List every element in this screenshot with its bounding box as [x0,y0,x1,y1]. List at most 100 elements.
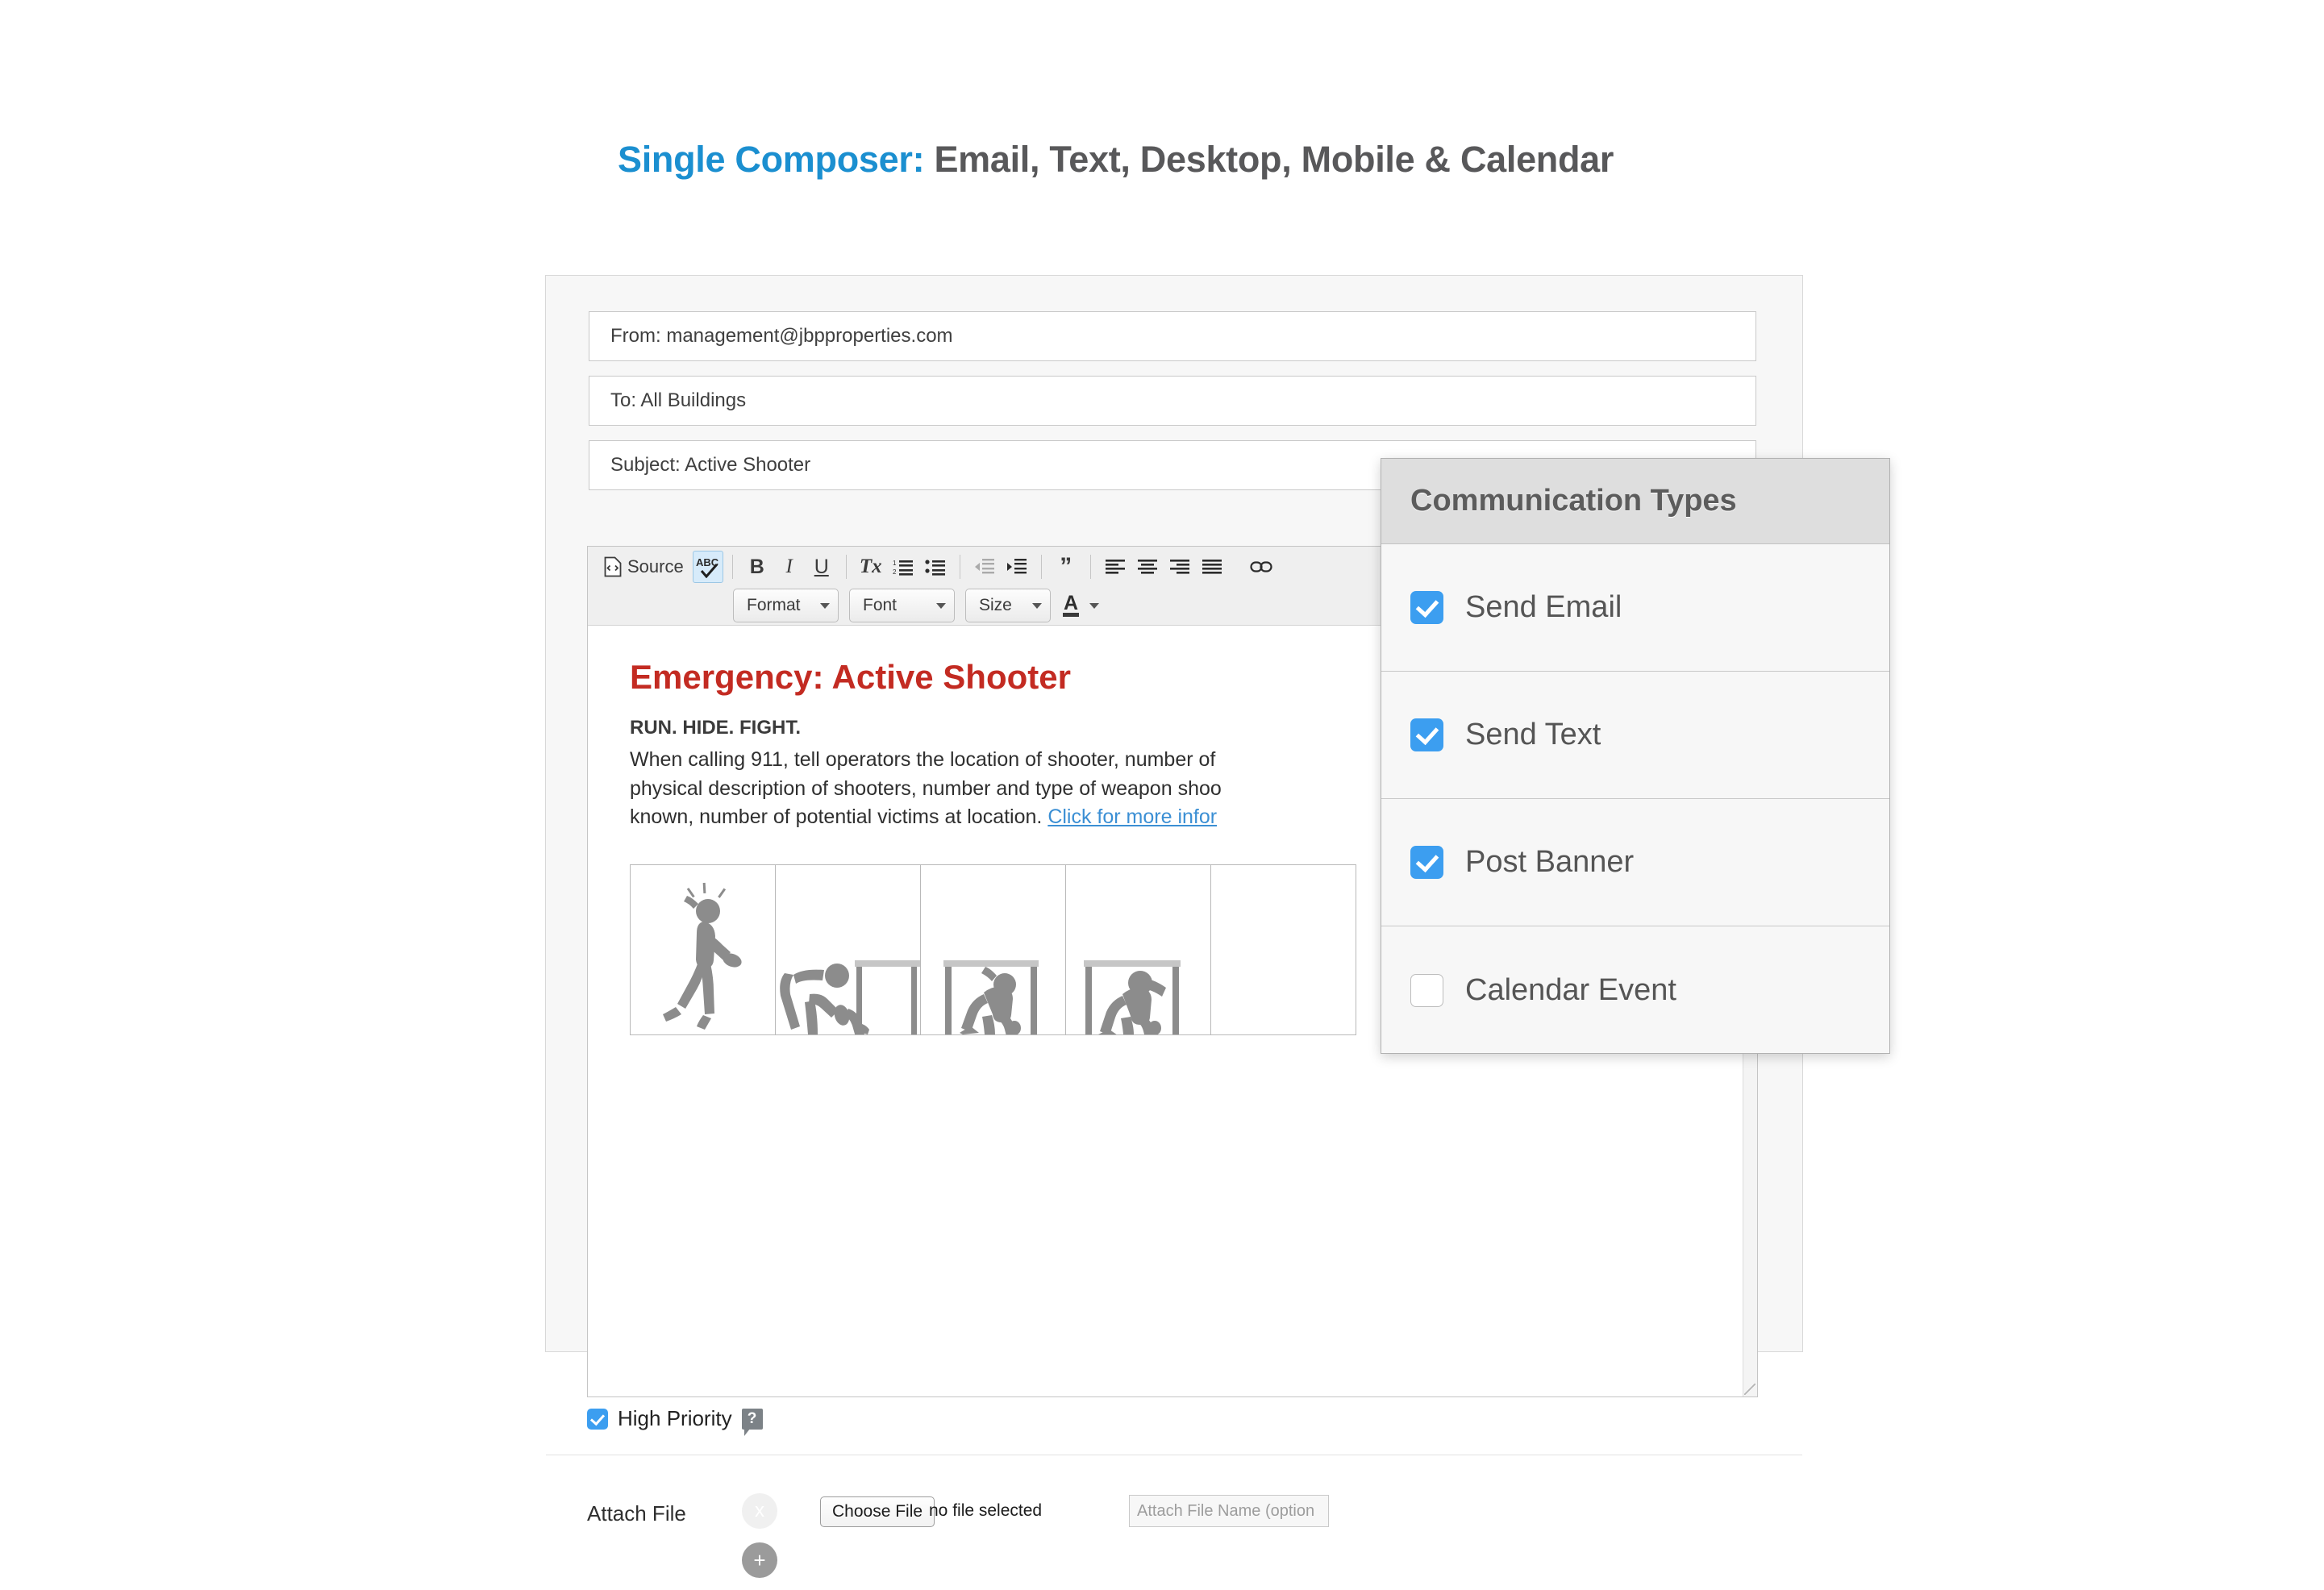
font-select[interactable]: Font [849,589,955,622]
chevron-down-icon [936,602,946,609]
send-email-label: Send Email [1465,590,1622,624]
send-text-label: Send Text [1465,718,1601,751]
post-banner-label: Post Banner [1465,845,1635,879]
align-left-icon [1105,560,1125,574]
align-right-button[interactable] [1164,551,1195,583]
comm-item-calendar-event[interactable]: Calendar Event [1381,926,1889,1054]
message-body-line1: When calling 911, tell operators the loc… [630,748,1216,772]
from-field[interactable]: From: management@jbpproperties.com [589,311,1756,361]
underline-button-label: U [814,555,829,578]
communication-types-title: Communication Types [1410,484,1737,518]
text-color-button[interactable]: A [1063,593,1100,618]
chevron-down-icon [820,602,830,609]
attach-file-row: Attach File x + Choose File no file sele… [587,1485,1716,1590]
link-icon [1250,561,1272,572]
text-color-label: A [1063,593,1080,618]
numbered-list-button[interactable]: 1 2 [888,551,918,583]
bulleted-list-button[interactable] [920,551,951,583]
spellcheck-button[interactable]: ABC [692,551,723,583]
send-email-checkbox[interactable] [1410,591,1443,624]
bulleted-list-icon [925,560,945,576]
attach-file-label: Attach File [587,1501,686,1525]
high-priority-row[interactable]: High Priority ? [587,1406,763,1436]
person-hiding-under-table-icon [1084,960,1181,1034]
blockquote-button-label: ” [1060,553,1072,580]
page-title-accent: Single Composer: [618,139,925,180]
send-text-checkbox[interactable] [1410,718,1443,751]
numbered-list-icon: 1 2 [893,560,913,576]
help-question-icon[interactable]: ? [741,1408,763,1436]
communication-types-panel: Communication Types Send Email Send Text… [1381,458,1890,1054]
calendar-event-checkbox[interactable] [1410,973,1443,1007]
page-title: Single Composer: Email, Text, Desktop, M… [618,139,1614,181]
chevron-down-icon [1032,602,1042,609]
indent-icon [1006,559,1027,574]
source-button-label: Source [627,556,684,576]
running-person-icon [663,882,742,1030]
figure-running-person [630,864,776,1035]
comm-item-post-banner[interactable]: Post Banner [1381,799,1889,926]
link-button[interactable] [1246,551,1277,583]
align-justify-icon [1202,560,1222,574]
size-select[interactable]: Size [965,589,1051,622]
comm-item-send-email[interactable]: Send Email [1381,544,1889,672]
person-hiding-under-table-icon [943,960,1039,1034]
align-justify-button[interactable] [1197,551,1227,583]
align-right-icon [1169,560,1189,574]
figure-empty-cell [1210,864,1356,1035]
communication-types-header: Communication Types [1381,459,1889,544]
spellcheck-icon: ABC [696,556,718,578]
remove-attachment-button[interactable]: x [742,1493,777,1529]
post-banner-checkbox[interactable] [1410,846,1443,879]
align-center-icon [1137,560,1157,574]
size-select-value: Size [979,596,1012,614]
bold-button-label: B [749,555,764,578]
figure-hiding-under-table-1 [775,864,921,1035]
message-body-line3: known, number of potential victims at lo… [630,805,1048,829]
comm-item-send-text[interactable]: Send Text [1381,672,1889,799]
editor-resize-handle[interactable] [1744,1384,1755,1395]
font-select-value: Font [863,596,898,614]
chevron-down-icon [1089,602,1100,609]
remove-format-button[interactable]: Tx [856,551,886,583]
italic-button-label: I [785,556,793,577]
source-button[interactable]: Source [597,551,691,583]
indent-button[interactable] [1002,551,1032,583]
svg-text:2: 2 [893,568,897,576]
to-field[interactable]: To: All Buildings [589,376,1756,426]
add-attachment-button[interactable]: + [742,1542,777,1578]
outdent-icon [974,559,994,574]
toolbar-separator [845,555,847,579]
figure-hiding-under-table-3 [1065,864,1211,1035]
remove-format-button-label: Tx [859,556,882,577]
bold-button[interactable]: B [742,551,773,583]
toolbar-separator [731,555,733,579]
more-information-link[interactable]: Click for more infor [1047,805,1217,828]
message-body-line2: physical description of shooters, number… [630,776,1222,800]
toolbar-separator [1040,555,1042,579]
person-hiding-under-table-icon [780,960,920,1034]
high-priority-label: High Priority [618,1406,732,1430]
align-left-button[interactable] [1100,551,1131,583]
no-file-selected-text: no file selected [929,1501,1043,1520]
attach-file-name-input[interactable]: Attach File Name (option [1129,1495,1329,1527]
toolbar-separator [1089,555,1091,579]
high-priority-checkbox[interactable] [587,1408,608,1430]
blockquote-button[interactable]: ” [1051,551,1081,583]
page-title-rest: Email, Text, Desktop, Mobile & Calendar [924,139,1614,180]
align-center-button[interactable] [1132,551,1163,583]
from-field-value: From: management@jbpproperties.com [610,325,953,347]
calendar-event-label: Calendar Event [1465,972,1676,1007]
choose-file-button[interactable]: Choose File [820,1496,935,1527]
format-select-value: Format [747,596,801,614]
format-select[interactable]: Format [733,589,839,622]
italic-button[interactable]: I [774,551,805,583]
figure-hiding-under-table-2 [920,864,1066,1035]
subject-field-value: Subject: Active Shooter [610,454,811,476]
outdent-button[interactable] [969,551,1000,583]
underline-button[interactable]: U [806,551,837,583]
to-field-value: To: All Buildings [610,389,747,411]
svg-text:1: 1 [893,560,897,567]
safety-figures-strip [630,864,1356,1035]
source-code-icon [604,556,622,577]
